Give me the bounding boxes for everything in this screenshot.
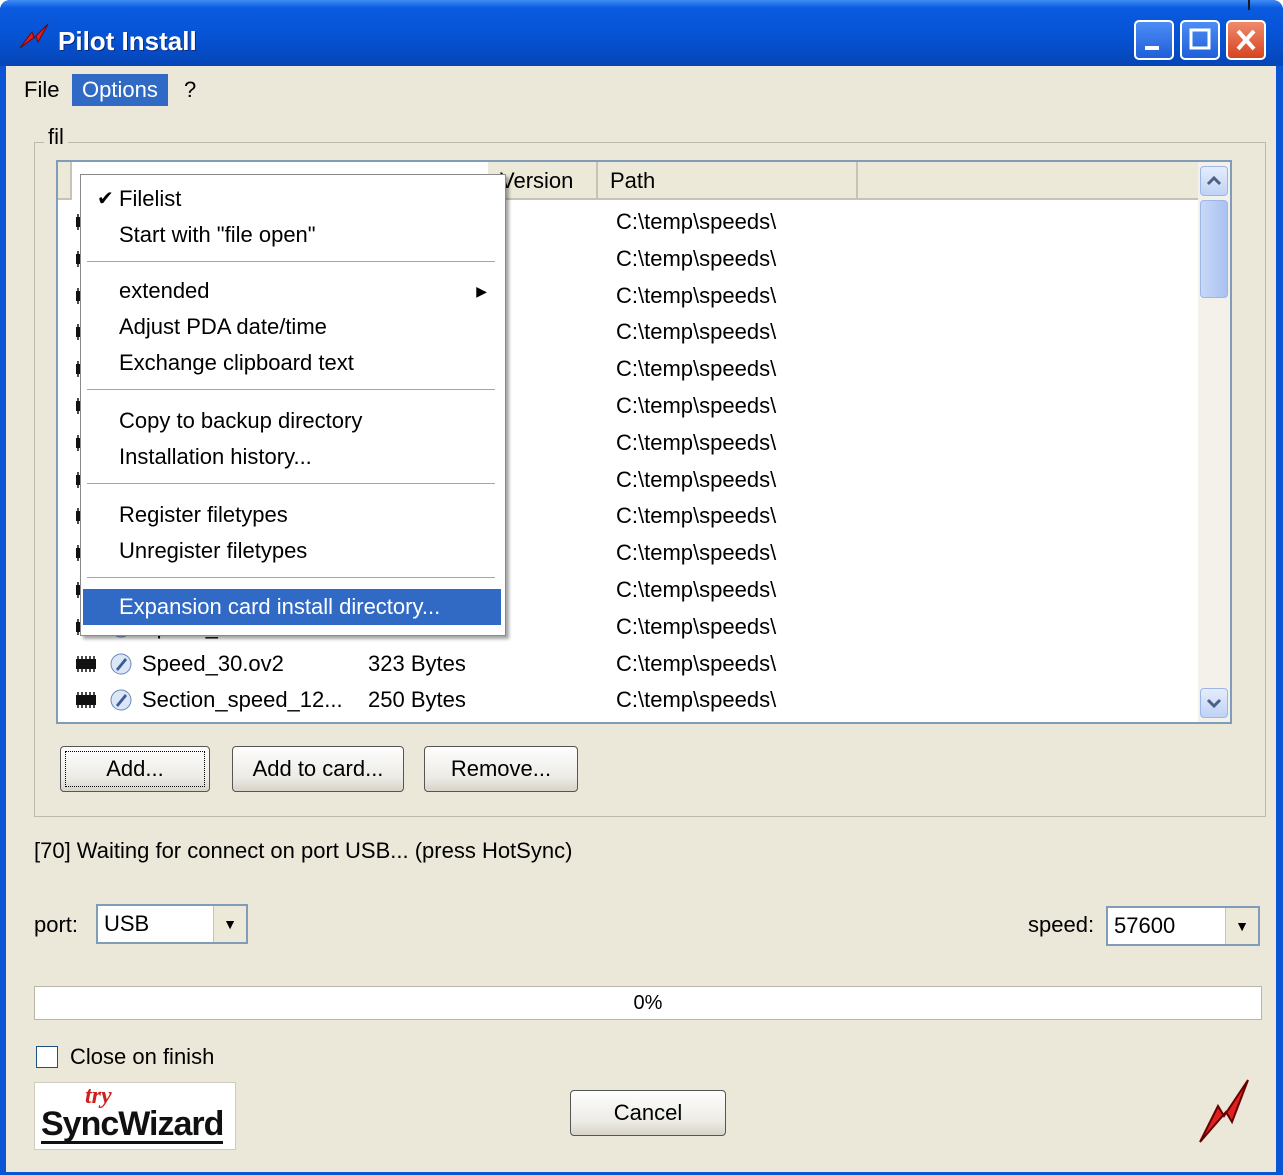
speed-value: 57600: [1114, 913, 1176, 938]
menu-item-copy-backup[interactable]: Copy to backup directory: [83, 403, 501, 439]
dropdown-arrow-icon[interactable]: ▼: [1225, 908, 1258, 944]
file-name: Speed_30.ov2: [142, 650, 284, 676]
minimize-button[interactable]: [1134, 20, 1174, 60]
file-path: C:\temp\speeds\: [616, 466, 777, 492]
menu-help[interactable]: ?: [174, 74, 206, 106]
speed-label: speed:: [1028, 912, 1095, 937]
column-header-empty: [858, 162, 1202, 200]
title-bar[interactable]: Pilot Install: [0, 0, 1283, 66]
file-path: C:\temp\speeds\: [616, 245, 777, 271]
chevron-down-icon: [1206, 698, 1222, 709]
add-button[interactable]: Add...: [60, 746, 210, 792]
maximize-button[interactable]: [1180, 20, 1220, 60]
menu-item-installation-history[interactable]: Installation history...: [83, 439, 501, 475]
syncwizard-logo[interactable]: try SyncWizard: [34, 1082, 236, 1150]
pilot-install-icon: [19, 23, 49, 49]
file-path: C:\temp\speeds\: [616, 282, 777, 308]
menu-item-register-filetypes[interactable]: Register filetypes: [83, 497, 501, 533]
status-text: [70] Waiting for connect on port USB... …: [34, 838, 573, 863]
menu-file[interactable]: File: [14, 74, 69, 106]
scroll-thumb[interactable]: [1200, 200, 1228, 298]
file-path: C:\temp\speeds\: [616, 613, 777, 639]
minimize-icon: [1145, 46, 1159, 50]
file-path: C:\temp\speeds\: [616, 209, 777, 234]
port-select[interactable]: USB ▼: [96, 904, 248, 944]
menu-options[interactable]: Options: [72, 74, 168, 106]
port-value: USB: [104, 911, 150, 936]
menu-item-extended[interactable]: extended ▶: [83, 273, 501, 309]
menu-separator: [87, 261, 495, 263]
menu-separator: [87, 577, 495, 579]
submenu-arrow-icon: ▶: [476, 283, 487, 299]
vertical-scrollbar[interactable]: [1198, 162, 1230, 722]
file-path: C:\temp\speeds\: [616, 540, 777, 566]
pilot-install-window: Pilot Install File Options ? fil Version…: [0, 0, 1283, 1175]
file-size: 250 Bytes: [368, 687, 466, 713]
menu-item-start-file-open[interactable]: Start with "file open": [83, 217, 501, 253]
logo-wordmark: SyncWizard: [41, 1105, 224, 1144]
window-title: Pilot Install: [58, 26, 197, 56]
remove-button[interactable]: Remove...: [424, 746, 578, 792]
file-path: C:\temp\speeds\: [616, 356, 777, 382]
options-menu-dropdown: ✔ Filelist Start with "file open" extend…: [80, 174, 506, 636]
table-row[interactable]: Speed_30.ov2 323 Bytes C:\temp\speeds\: [58, 646, 1204, 682]
stylus-icon: [110, 689, 132, 711]
file-size: 323 Bytes: [368, 650, 466, 676]
file-path: C:\temp\speeds\: [616, 503, 777, 529]
speed-select[interactable]: 57600 ▼: [1106, 906, 1260, 946]
menu-item-unregister-filetypes[interactable]: Unregister filetypes: [83, 533, 501, 569]
menu-separator: [87, 389, 495, 391]
file-name: Section_speed_12...: [142, 687, 343, 713]
cancel-button[interactable]: Cancel: [570, 1090, 726, 1136]
file-path: C:\temp\speeds\: [616, 319, 777, 345]
menu-separator: [87, 483, 495, 485]
menu-item-exchange-clipboard[interactable]: Exchange clipboard text: [83, 345, 501, 381]
file-path: C:\temp\speeds\: [616, 687, 777, 713]
lightning-logo-icon: [1199, 1079, 1249, 1143]
add-to-card-button[interactable]: Add to card...: [232, 746, 404, 792]
corner-mark: [1248, 0, 1250, 10]
close-on-finish-checkbox[interactable]: [36, 1046, 58, 1068]
menu-item-expansion-card-dir[interactable]: Expansion card install directory...: [83, 589, 501, 625]
dropdown-arrow-icon[interactable]: ▼: [213, 906, 246, 942]
chevron-up-icon: [1206, 175, 1222, 186]
table-row[interactable]: Section_speed_12... 250 Bytes C:\temp\spee…: [58, 682, 1204, 718]
column-header-blank[interactable]: [58, 162, 72, 200]
menu-item-filelist[interactable]: ✔ Filelist: [83, 181, 501, 217]
column-header-path[interactable]: Path: [598, 162, 858, 200]
maximize-icon: [1189, 28, 1211, 50]
memory-chip-icon: [76, 655, 96, 672]
memory-chip-icon: [76, 692, 96, 709]
close-on-finish-label[interactable]: Close on finish: [70, 1044, 214, 1070]
check-icon: ✔: [97, 188, 114, 210]
scroll-up-button[interactable]: [1200, 166, 1228, 196]
file-path: C:\temp\speeds\: [616, 577, 777, 602]
file-path: C:\temp\speeds\: [616, 429, 777, 455]
stylus-icon: [110, 653, 132, 675]
file-path: C:\temp\speeds\: [616, 393, 777, 418]
filelist-group-label: fil: [44, 124, 68, 150]
menu-item-adjust-date[interactable]: Adjust PDA date/time: [83, 309, 501, 345]
menu-bar: File Options ?: [6, 66, 1276, 110]
scroll-down-button[interactable]: [1200, 688, 1228, 718]
port-label: port:: [34, 912, 79, 937]
progress-bar: 0%: [34, 986, 1262, 1020]
close-button[interactable]: [1226, 20, 1266, 60]
client-area: File Options ? fil Version Path C:\temp\…: [6, 66, 1276, 1172]
file-path: C:\temp\speeds\: [616, 650, 777, 676]
close-icon: [1236, 29, 1256, 51]
